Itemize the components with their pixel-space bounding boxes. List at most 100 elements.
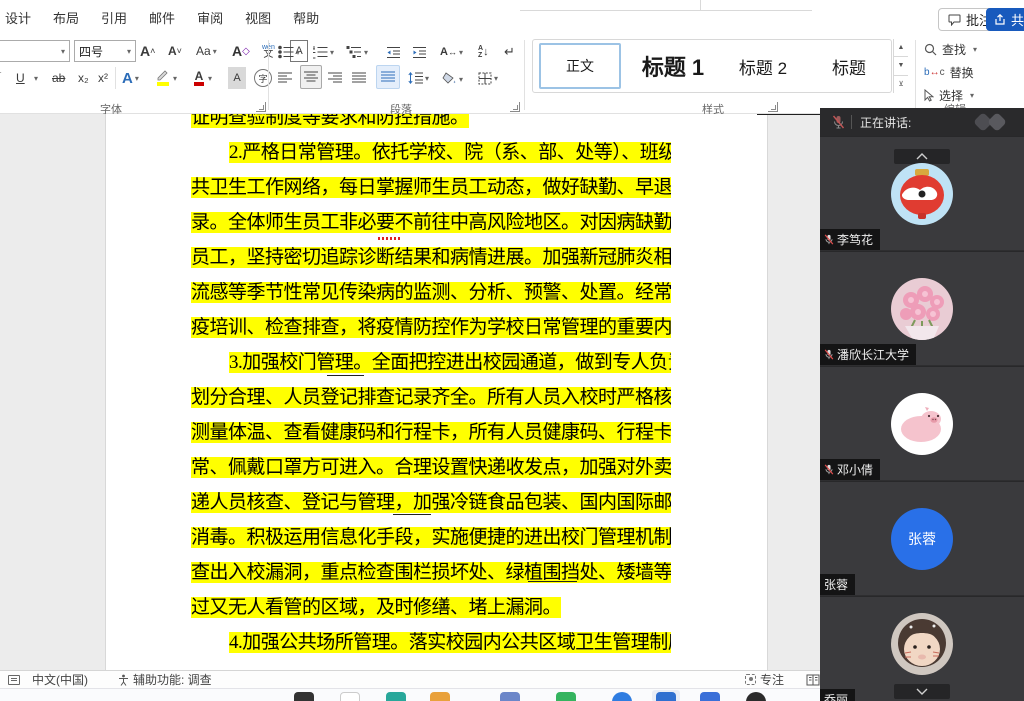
- accessibility-icon: [118, 674, 129, 686]
- tab-layout[interactable]: 布局: [52, 6, 80, 29]
- strikethrough-button[interactable]: ab: [52, 67, 65, 89]
- taskbar-app-icon[interactable]: [500, 692, 520, 701]
- screen: 设计 布局 引用 邮件 审阅 视图 帮助 批注 共享 宋▾ 四号▾ A˄ A˅ …: [0, 0, 1024, 701]
- taskbar-active-app[interactable]: [652, 690, 680, 701]
- tab-view[interactable]: 视图: [244, 6, 272, 29]
- mic-muted-icon: [832, 115, 845, 129]
- document-page[interactable]: 证明查验制度等要求和防控措施。 2.严格日常管理。依托学校、院（系、部、处等）、…: [105, 114, 768, 670]
- enclose-characters-button[interactable]: 字: [254, 69, 272, 87]
- group-divider: [524, 40, 525, 110]
- scroll-up-button[interactable]: [894, 149, 950, 164]
- participant-tile[interactable]: 张蓉 张蓉: [820, 481, 1024, 595]
- accessibility-label: 辅助功能: 调查: [133, 671, 212, 688]
- font-name-combo[interactable]: 宋▾: [0, 40, 70, 62]
- sort-button[interactable]: AZ↓: [478, 41, 489, 63]
- justify-button[interactable]: [352, 67, 366, 89]
- line-spacing-button[interactable]: ▾: [408, 67, 429, 89]
- view-mode-button[interactable]: [806, 671, 820, 688]
- avatar: [891, 393, 953, 455]
- accessibility-status[interactable]: 辅助功能: 调查: [118, 671, 212, 688]
- styles-gallery-scroll: ▲ ▼ ⊻: [893, 39, 908, 93]
- shading-button[interactable]: ▾: [442, 67, 463, 89]
- participant-tile[interactable]: 邓小倩: [820, 366, 1024, 480]
- font-size-combo[interactable]: 四号▾: [74, 40, 136, 62]
- multilevel-list-button[interactable]: ▾: [346, 41, 368, 63]
- taskbar-app-icon[interactable]: [430, 692, 450, 701]
- bullets-button[interactable]: ▾: [278, 41, 300, 63]
- taskbar-app-icon[interactable]: [612, 692, 632, 701]
- read-mode-icon: [806, 674, 820, 686]
- align-left-button[interactable]: [278, 67, 292, 89]
- replace-button[interactable]: b↔c 替换: [924, 64, 974, 81]
- group-divider: [268, 40, 269, 110]
- align-center-button[interactable]: [300, 65, 322, 89]
- underline-button[interactable]: U: [16, 67, 25, 89]
- participant-tile[interactable]: 乔丽: [820, 596, 1024, 701]
- taskbar-app-icon[interactable]: [386, 692, 406, 701]
- decrease-indent-button[interactable]: [386, 41, 401, 63]
- style-normal[interactable]: 正文: [539, 43, 621, 89]
- language-label: 中文(中国): [32, 671, 88, 688]
- menu-bar: 设计 布局 引用 邮件 审阅 视图 帮助 批注 共享: [0, 0, 1024, 35]
- increase-indent-button[interactable]: [412, 41, 427, 63]
- tab-mailings[interactable]: 邮件: [148, 6, 176, 29]
- style-heading1[interactable]: 标题 1: [629, 43, 717, 89]
- font-dialog-launcher[interactable]: [256, 102, 266, 112]
- chevron-down-icon: ▾: [61, 47, 65, 56]
- find-button[interactable]: 查找▾: [924, 41, 977, 58]
- participant-name-tag: 李笃花: [820, 229, 880, 250]
- focus-icon: [745, 674, 756, 685]
- style-heading2[interactable]: 标题 2: [723, 43, 803, 89]
- baby-avatar-image: [891, 613, 953, 675]
- tab-help[interactable]: 帮助: [292, 6, 320, 29]
- shrink-font-button[interactable]: A˅: [168, 40, 182, 62]
- highlight-color-button[interactable]: ▾: [155, 67, 177, 89]
- gallery-scroll-down[interactable]: ▼: [894, 57, 908, 75]
- participant-tile[interactable]: 李笃花: [820, 136, 1024, 250]
- taskbar-app-icon[interactable]: [294, 692, 314, 701]
- numbered-list-icon: [312, 45, 328, 59]
- clear-formatting-button[interactable]: A◇: [232, 40, 250, 62]
- change-case-button[interactable]: Aa▾: [196, 40, 217, 62]
- grow-font-button[interactable]: A˄: [140, 40, 155, 62]
- distribute-button[interactable]: [376, 65, 400, 89]
- show-marks-button[interactable]: ↵: [504, 41, 515, 63]
- borders-button[interactable]: ▾: [478, 67, 498, 89]
- tab-references[interactable]: 引用: [100, 6, 128, 29]
- multilevel-list-icon: [346, 45, 362, 59]
- proofing-status[interactable]: [8, 671, 20, 688]
- paragraph-dialog-launcher[interactable]: [510, 102, 520, 112]
- superscript-button[interactable]: x²: [98, 67, 108, 89]
- focus-mode-button[interactable]: 专注: [745, 671, 784, 688]
- tab-review[interactable]: 审阅: [196, 6, 224, 29]
- style-title[interactable]: 标题: [809, 43, 889, 89]
- taskbar-app-icon[interactable]: [340, 692, 360, 701]
- subscript-button[interactable]: x₂: [78, 67, 89, 89]
- asian-layout-button[interactable]: A↔▾: [440, 41, 463, 63]
- gallery-scroll-up[interactable]: ▲: [894, 39, 908, 57]
- participant-name: 邓小倩: [837, 461, 873, 478]
- italic-button[interactable]: I: [0, 67, 1, 89]
- align-right-button[interactable]: [328, 67, 342, 89]
- underline-menu[interactable]: ▾: [32, 67, 38, 89]
- document-line: 录。全体师生员工非必要不前往中高风险地区。对因病缺勤缺课师生: [191, 205, 671, 240]
- taskbar-app-icon[interactable]: [746, 692, 766, 701]
- tab-design[interactable]: 设计: [4, 6, 32, 29]
- avatar: [891, 613, 953, 675]
- styles-gallery: 正文 标题 1 标题 2 标题: [532, 39, 892, 93]
- chevron-down-icon: [916, 688, 928, 695]
- font-color-button[interactable]: A▾: [192, 67, 212, 89]
- gallery-expand[interactable]: ⊻: [894, 76, 908, 93]
- text-effects-button[interactable]: A▾: [122, 67, 139, 89]
- taskbar-app-icon[interactable]: [700, 692, 720, 701]
- scroll-down-button[interactable]: [894, 684, 950, 699]
- character-shading-button[interactable]: A: [228, 67, 246, 89]
- share-button[interactable]: 共享: [986, 8, 1024, 31]
- taskbar-app-icon[interactable]: [556, 692, 576, 701]
- language-status[interactable]: 中文(中国): [32, 671, 88, 688]
- mic-muted-icon: [824, 234, 834, 245]
- participant-tile[interactable]: 潘欣长江大学: [820, 251, 1024, 365]
- divider: [115, 67, 116, 89]
- styles-dialog-launcher[interactable]: [768, 102, 778, 112]
- numbering-button[interactable]: ▾: [312, 41, 334, 63]
